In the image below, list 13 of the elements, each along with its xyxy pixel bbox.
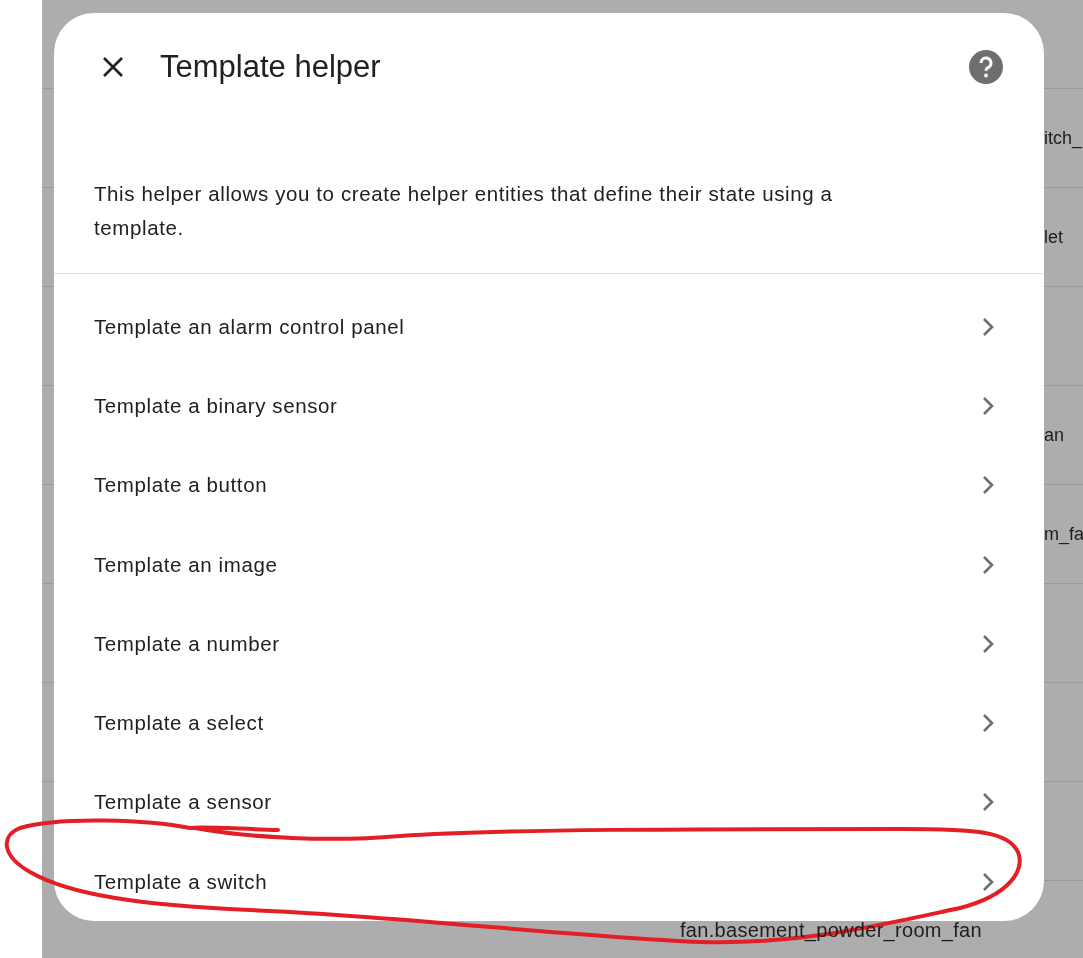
- option-item[interactable]: Template a binary sensor: [54, 366, 1044, 446]
- option-item[interactable]: Template an alarm control panel: [54, 287, 1044, 367]
- entity-id: an: [1044, 424, 1065, 446]
- option-item[interactable]: Template a sensor: [54, 762, 1044, 843]
- entity-id: let: [1044, 226, 1063, 248]
- option-item[interactable]: Template a switch: [54, 842, 1044, 922]
- description: This helper allows you to create helper entities that define their state using a template.: [54, 125, 1044, 274]
- option-item[interactable]: Template a button: [54, 445, 1044, 525]
- entity-id: itch_: [1044, 127, 1083, 149]
- option-item[interactable]: Template a select: [54, 683, 1044, 763]
- option-item[interactable]: Template an image: [54, 524, 1044, 605]
- option-item[interactable]: Template a number: [54, 604, 1044, 684]
- dialog-title: Template helper: [160, 49, 382, 85]
